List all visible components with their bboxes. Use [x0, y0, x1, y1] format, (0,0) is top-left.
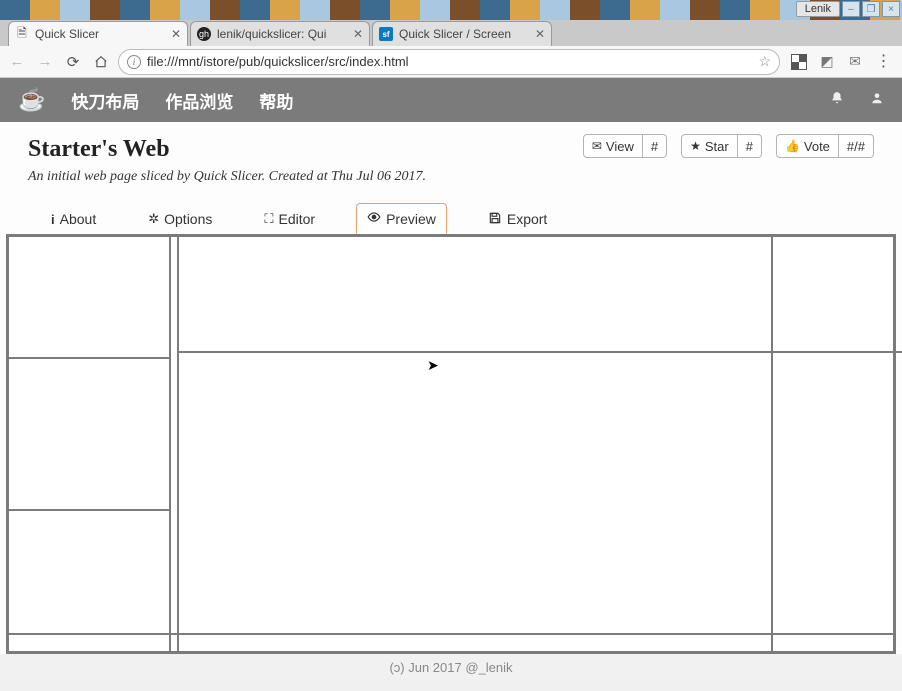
home-button[interactable]	[90, 51, 112, 73]
vote-count: #/#	[839, 134, 874, 158]
page-subtitle: An initial web page sliced by Quick Slic…	[28, 169, 583, 185]
window-close-button[interactable]: ×	[882, 1, 900, 17]
tab-about[interactable]: i About	[40, 203, 107, 234]
extension-icons: ◩ ✉ ⋮	[786, 53, 896, 71]
slice-line-horizontal[interactable]	[177, 351, 902, 353]
vote-label: Vote	[804, 139, 830, 154]
tab-preview[interactable]: Preview	[356, 203, 447, 234]
tab-title: Quick Slicer / Screen	[399, 27, 531, 41]
slice-line-vertical[interactable]	[771, 237, 773, 651]
tab-options-label: Options	[164, 211, 212, 227]
qr-extension-icon[interactable]	[790, 53, 808, 71]
forward-button[interactable]: →	[34, 51, 56, 73]
vote-button-group: 👍 Vote #/#	[776, 134, 874, 158]
action-button-groups: ✉ View # ★ Star # 👍 Vote #/#	[583, 134, 874, 158]
tab-close-icon[interactable]: ✕	[171, 27, 181, 41]
tab-title: Quick Slicer	[35, 27, 167, 41]
star-count: #	[738, 134, 762, 158]
mouse-cursor-icon: ➤	[427, 357, 439, 374]
tab-editor-label: Editor	[278, 211, 315, 227]
view-button-group: ✉ View #	[583, 134, 667, 158]
star-button-group: ★ Star #	[681, 134, 762, 158]
nav-link-browse[interactable]: 作品浏览	[165, 88, 233, 113]
save-icon	[488, 211, 502, 228]
window-minimize-button[interactable]: –	[842, 1, 860, 17]
vote-button[interactable]: 👍 Vote	[776, 134, 839, 158]
preview-pane[interactable]: ➤	[6, 234, 896, 654]
os-titlebar: Lenik – ❐ ×	[0, 0, 902, 20]
user-icon[interactable]	[870, 91, 884, 110]
tab-close-icon[interactable]: ✕	[535, 27, 545, 41]
browser-tab[interactable]: 🗎 Quick Slicer ✕	[8, 21, 188, 46]
crop-icon: ⛶	[264, 211, 273, 227]
star-label: Star	[705, 139, 729, 154]
tab-export-label: Export	[507, 211, 547, 227]
nav-link-layout[interactable]: 快刀布局	[71, 88, 139, 113]
os-user-label: Lenik	[796, 1, 840, 17]
tab-close-icon[interactable]: ✕	[353, 27, 363, 41]
browser-menu-icon[interactable]: ⋮	[874, 53, 892, 71]
page-title: Starter's Web	[28, 136, 583, 163]
tab-preview-label: Preview	[386, 211, 436, 227]
tab-title: lenik/quickslicer: Qui	[217, 27, 349, 41]
tab-export[interactable]: Export	[477, 203, 558, 234]
notifications-icon[interactable]	[830, 91, 844, 110]
tab-options[interactable]: ✲ Options	[137, 203, 223, 234]
browser-toolbar: ← → ⟳ i file:///mnt/istore/pub/quickslic…	[0, 46, 902, 78]
nav-link-help[interactable]: 帮助	[259, 88, 293, 113]
url-text: file:///mnt/istore/pub/quickslicer/src/i…	[147, 54, 752, 69]
slice-line-horizontal[interactable]	[9, 509, 171, 511]
tab-about-label: About	[60, 211, 97, 227]
site-info-icon[interactable]: i	[127, 55, 141, 69]
view-count: #	[643, 134, 667, 158]
browser-tab[interactable]: gh lenik/quickslicer: Qui ✕	[190, 21, 370, 46]
content-tabs: i About ✲ Options ⛶ Editor Preview Expor…	[0, 191, 902, 234]
back-button[interactable]: ←	[6, 51, 28, 73]
tab-editor[interactable]: ⛶ Editor	[253, 203, 326, 234]
slice-line-horizontal[interactable]	[9, 633, 893, 635]
reload-button[interactable]: ⟳	[62, 51, 84, 73]
star-icon: ★	[690, 139, 701, 153]
app-navbar: ☕ 快刀布局 作品浏览 帮助	[0, 78, 902, 122]
github-icon: gh	[197, 27, 211, 41]
browser-tab[interactable]: sf Quick Slicer / Screen ✕	[372, 21, 552, 46]
mail-extension-icon[interactable]: ✉	[846, 53, 864, 71]
eye-icon	[367, 210, 381, 227]
view-label: View	[606, 139, 634, 154]
slice-line-horizontal[interactable]	[9, 357, 171, 359]
page-header: Starter's Web An initial web page sliced…	[0, 122, 902, 191]
info-icon: i	[51, 212, 55, 227]
url-bar[interactable]: i file:///mnt/istore/pub/quickslicer/src…	[118, 49, 780, 75]
thumbs-up-icon: 👍	[785, 139, 800, 153]
extension-icon[interactable]: ◩	[818, 53, 836, 71]
star-button[interactable]: ★ Star	[681, 134, 738, 158]
slice-line-vertical[interactable]	[177, 237, 179, 651]
bookmark-star-icon[interactable]: ☆	[758, 53, 771, 70]
page-icon: 🗎	[15, 27, 29, 41]
sf-icon: sf	[379, 27, 393, 41]
view-button[interactable]: ✉ View	[583, 134, 643, 158]
browser-tabstrip: 🗎 Quick Slicer ✕ gh lenik/quickslicer: Q…	[0, 20, 902, 46]
app-logo-icon[interactable]: ☕	[18, 87, 45, 113]
page-footer: (ɔ) Jun 2017 @_lenik	[0, 654, 902, 679]
slice-line-vertical[interactable]	[169, 237, 171, 651]
window-maximize-button[interactable]: ❐	[862, 1, 880, 17]
gear-icon: ✲	[148, 211, 159, 227]
envelope-icon: ✉	[592, 139, 602, 153]
